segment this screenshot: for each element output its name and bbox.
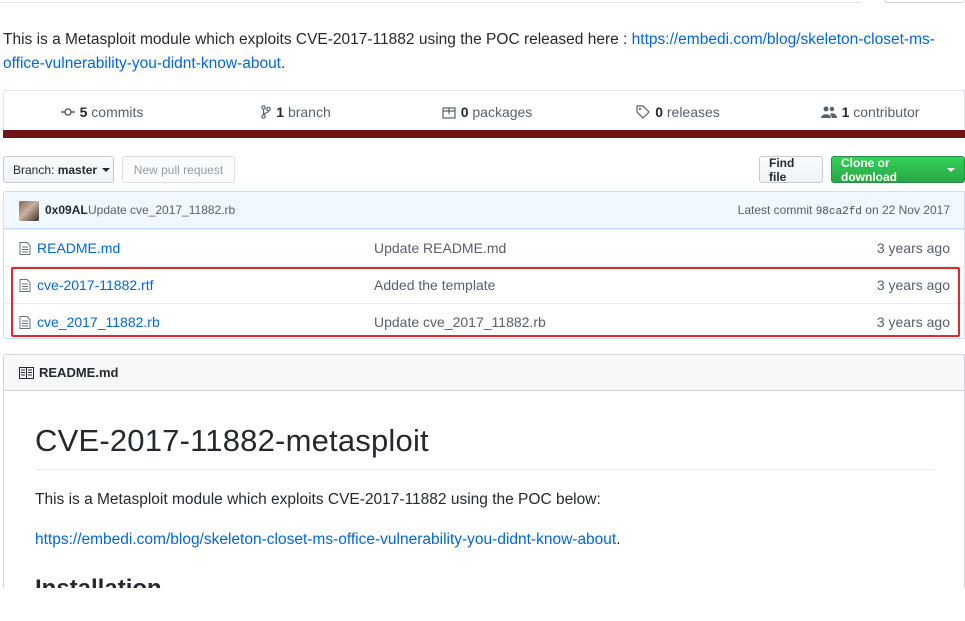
contributors-count: 1: [841, 104, 850, 120]
commits-link[interactable]: 5 commits: [4, 91, 200, 133]
branches-label: branch: [287, 104, 331, 120]
commits-label: commits: [91, 104, 144, 120]
commit-author[interactable]: 0x09AL: [45, 203, 88, 217]
branches-link[interactable]: 1 branch: [200, 91, 392, 133]
latest-commit-bar: 0x09AL Update cve_2017_11882.rb Latest c…: [4, 192, 964, 229]
readme-header-label: README.md: [39, 365, 119, 380]
repo-summary: 5 commits 1 branch 0 packages 0 releases…: [3, 90, 965, 138]
branch-prefix: Branch:: [13, 162, 55, 177]
repo-description: This is a Metasploit module which exploi…: [3, 28, 958, 76]
packages-count: 0: [460, 104, 469, 120]
tag-icon: [636, 105, 651, 119]
avatar[interactable]: [19, 201, 39, 221]
chevron-down-icon: [102, 167, 111, 172]
commit-date: on 22 Nov 2017: [865, 203, 950, 217]
readme-title-divider: [35, 469, 935, 470]
readme-link-line: https://embedi.com/blog/skeleton-closet-…: [35, 531, 621, 549]
readme-paragraph: This is a Metasploit module which exploi…: [35, 491, 601, 508]
readme-title: CVE-2017-11882-metasploit: [35, 423, 429, 458]
branch-select-button[interactable]: Branch: master: [3, 156, 114, 183]
language-bar[interactable]: [3, 130, 965, 138]
top-edge: [0, 0, 965, 4]
book-icon: [19, 366, 34, 379]
latest-commit-prefix: Latest commit: [737, 203, 813, 217]
commit-sha[interactable]: 98ca2fd: [816, 206, 862, 218]
chevron-down-icon: [947, 167, 955, 172]
commit-icon: [60, 108, 75, 116]
contributors-link[interactable]: 1 contributor: [774, 91, 965, 133]
contributors-label: contributor: [853, 104, 920, 120]
top-right-box: [884, 0, 965, 3]
repo-description-trailing: .: [281, 55, 286, 72]
readme-header: README.md: [4, 355, 964, 391]
bottom-crop: [0, 588, 965, 621]
commits-count: 5: [79, 104, 88, 120]
package-icon: [442, 106, 456, 119]
branch-name: master: [57, 162, 98, 177]
releases-count: 0: [655, 104, 663, 120]
readme-link[interactable]: https://embedi.com/blog/skeleton-closet-…: [35, 531, 616, 548]
latest-commit-info: Latest commit 98ca2fd on 22 Nov 2017: [738, 203, 950, 218]
readme-panel: README.md CVE-2017-11882-metasploit This…: [3, 354, 965, 594]
clone-or-download-button[interactable]: Clone or download: [831, 155, 965, 184]
file-icon: [19, 242, 31, 255]
branch-icon: [261, 105, 272, 119]
repo-description-text: This is a Metasploit module which exploi…: [3, 31, 632, 48]
readme-link-trailing: .: [616, 531, 621, 548]
branches-count: 1: [276, 104, 285, 120]
releases-label: releases: [666, 104, 720, 120]
file-commit-message[interactable]: Update README.md: [374, 240, 506, 256]
packages-link[interactable]: 0 packages: [392, 91, 582, 133]
top-divider: [0, 2, 862, 3]
packages-label: packages: [472, 104, 533, 120]
releases-link[interactable]: 0 releases: [582, 91, 774, 133]
people-icon: [820, 106, 837, 118]
file-row: README.md Update README.md 3 years ago: [4, 229, 964, 266]
new-pull-request-button[interactable]: New pull request: [122, 156, 235, 183]
highlight-annotation-box: [11, 267, 960, 337]
find-file-button[interactable]: Find file: [759, 156, 823, 184]
clone-or-download-label: Clone or download: [841, 155, 897, 184]
file-age: 3 years ago: [876, 240, 950, 256]
file-name[interactable]: README.md: [37, 240, 120, 256]
commit-message[interactable]: Update cve_2017_11882.rb: [88, 203, 235, 217]
